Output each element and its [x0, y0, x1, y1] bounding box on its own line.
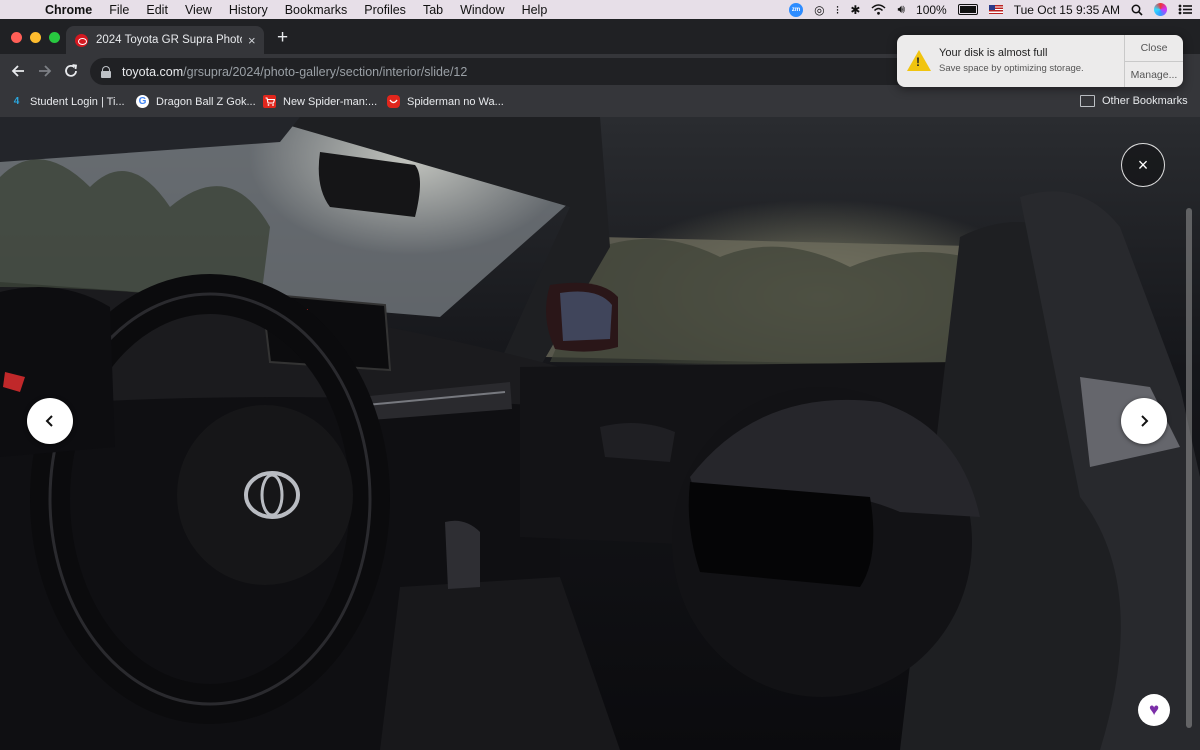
google-icon: G: [136, 95, 149, 108]
menu-bookmarks[interactable]: Bookmarks: [285, 3, 348, 17]
bookmark-student-login[interactable]: 4 Student Login | Ti...: [10, 95, 125, 108]
status-area: zm ◎ ⁝ ✱ 🔊︎ 100% Tue Oct 15 9:35 AM: [789, 0, 1192, 19]
page-scrollbar[interactable]: [1186, 208, 1192, 728]
menu-app-name[interactable]: Chrome: [45, 3, 92, 17]
lock-icon[interactable]: [100, 65, 112, 78]
wifi-icon[interactable]: [871, 4, 886, 15]
zoom-icon[interactable]: zm: [789, 2, 804, 17]
menu-file[interactable]: File: [109, 3, 129, 17]
bookmark-label: New Spider-man:...: [283, 95, 378, 108]
shopping-cart-icon: [263, 95, 276, 108]
battery-percent: 100%: [916, 2, 947, 17]
volume-icon[interactable]: 🔊︎: [897, 2, 905, 17]
new-tab-button[interactable]: +: [277, 28, 288, 48]
heart-icon: ♥: [1148, 700, 1160, 719]
tab-close-icon[interactable]: ×: [248, 33, 256, 48]
toyota-favicon-icon: [75, 33, 88, 47]
back-arrow-icon[interactable]: [11, 64, 25, 78]
bookmark-spiderman-no-way[interactable]: Spiderman no Wa...: [387, 95, 504, 108]
reload-icon[interactable]: [64, 64, 78, 78]
tab-active[interactable]: 2024 Toyota GR Supra Photo G ×: [66, 26, 264, 54]
spotlight-search-icon[interactable]: [1131, 4, 1143, 16]
bookmark-dragon-ball[interactable]: G Dragon Ball Z Gok...: [136, 95, 256, 108]
gallery-photo: [0, 117, 1200, 750]
car-interior-image: [0, 117, 1200, 750]
warning-icon: !: [907, 50, 931, 71]
notification-manage-button[interactable]: Manage...: [1125, 62, 1183, 87]
smile-icon: [387, 95, 400, 108]
menu-history[interactable]: History: [229, 3, 268, 17]
more-dots-icon[interactable]: ⁝: [836, 3, 840, 17]
menu-profiles[interactable]: Profiles: [364, 3, 406, 17]
bookmark-new-spider-man[interactable]: New Spider-man:...: [263, 95, 377, 108]
battery-icon[interactable]: [957, 4, 978, 15]
notification-close-button[interactable]: Close: [1125, 35, 1183, 61]
bookmark-label: Dragon Ball Z Gok...: [156, 95, 256, 108]
other-bookmarks[interactable]: Other Bookmarks: [1080, 95, 1188, 107]
tab-title: 2024 Toyota GR Supra Photo G: [96, 34, 242, 46]
chevron-right-icon: [1141, 415, 1149, 427]
window-close-icon[interactable]: [11, 32, 22, 43]
menu-edit[interactable]: Edit: [146, 3, 168, 17]
previous-slide-button[interactable]: [27, 398, 73, 444]
bookmark-label: Spiderman no Wa...: [407, 95, 504, 108]
url-domain: toyota.com: [122, 64, 184, 79]
input-source-flag-icon[interactable]: [988, 5, 1003, 14]
notification-title: Your disk is almost full: [939, 47, 1048, 59]
next-slide-button[interactable]: [1121, 398, 1167, 444]
bookmark-4-icon: 4: [13, 96, 20, 107]
creative-cloud-icon[interactable]: ◎: [814, 3, 824, 17]
control-center-icon[interactable]: [1178, 4, 1192, 15]
menu-view[interactable]: View: [185, 3, 212, 17]
other-bookmarks-label: Other Bookmarks: [1102, 95, 1188, 107]
bookmarks-bar: 4 Student Login | Ti... G Dragon Ball Z …: [0, 89, 1200, 118]
window-minimize-icon[interactable]: [30, 32, 41, 43]
notification-body: Save space by optimizing storage.: [939, 63, 1084, 74]
folder-icon: [1080, 95, 1095, 107]
disk-full-notification: ! Your disk is almost full Save space by…: [897, 35, 1183, 87]
menu-window[interactable]: Window: [460, 3, 504, 17]
bluetooth-icon[interactable]: ✱: [850, 3, 860, 17]
menu-help[interactable]: Help: [522, 3, 548, 17]
url-path: /grsupra/2024/photo-gallery/section/inte…: [183, 64, 468, 79]
macos-menu-bar: Chrome File Edit View History Bookmarks …: [0, 0, 1200, 19]
menu-tab[interactable]: Tab: [423, 3, 443, 17]
bookmark-label: Student Login | Ti...: [30, 95, 125, 108]
siri-icon[interactable]: [1154, 3, 1167, 16]
chevron-left-icon: [45, 415, 53, 427]
menu-clock[interactable]: Tue Oct 15 9:35 AM: [1014, 3, 1120, 17]
forward-arrow-icon[interactable]: [38, 64, 52, 78]
favorite-button[interactable]: ♥: [1138, 694, 1170, 726]
window-zoom-icon[interactable]: [49, 32, 60, 43]
gallery-close-button[interactable]: ×: [1121, 143, 1165, 187]
